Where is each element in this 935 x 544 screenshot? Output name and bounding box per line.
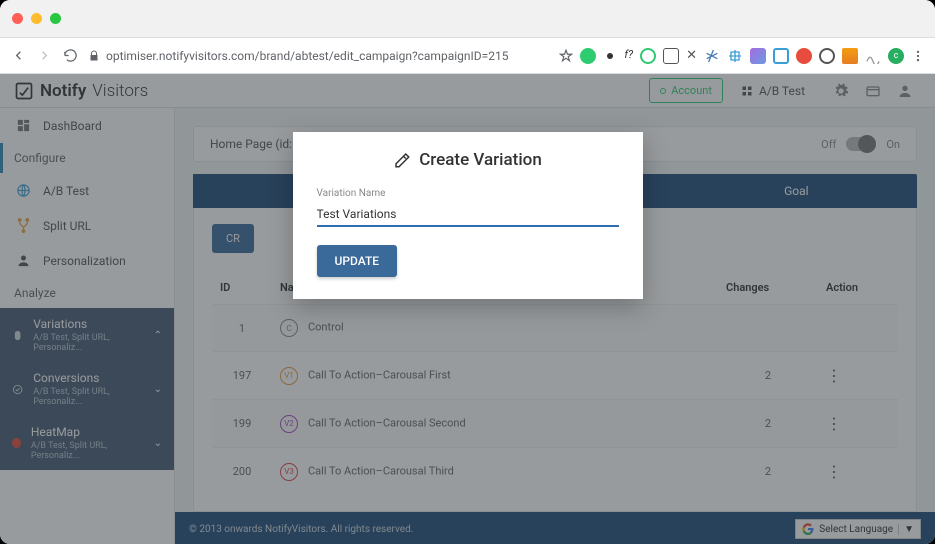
reload-button[interactable] [62,48,78,64]
ext-icon[interactable] [796,48,812,64]
url-text: optimiser.notifyvisitors.com/brand/abtes… [106,49,508,63]
ext-icon[interactable] [750,48,766,64]
maximize-window-button[interactable] [50,13,61,24]
ext-icon[interactable] [663,48,679,64]
create-variation-modal: Create Variation Variation Name UPDATE [293,132,643,299]
menu-icon[interactable] [911,49,925,63]
minimize-window-button[interactable] [31,13,42,24]
ext-icon[interactable]: f? [624,48,633,64]
variation-name-label: Variation Name [317,188,619,199]
browser-toolbar: optimiser.notifyvisitors.com/brand/abtes… [0,38,935,74]
address-bar[interactable]: optimiser.notifyvisitors.com/brand/abtes… [88,49,508,63]
lock-icon [88,50,100,62]
ext-icon[interactable] [727,48,743,64]
forward-button[interactable] [36,48,52,64]
modal-title-text: Create Variation [419,150,542,170]
ext-icon[interactable] [842,48,858,64]
window-titlebar [0,0,935,38]
ext-icon[interactable] [819,48,835,64]
update-button[interactable]: UPDATE [317,245,398,277]
extensions-bar: f? ✕ c [559,48,925,64]
ext-icon[interactable] [640,48,656,64]
ext-icon[interactable] [580,48,596,64]
back-button[interactable] [10,48,26,64]
ext-icon[interactable] [704,48,720,64]
browser-window: optimiser.notifyvisitors.com/brand/abtes… [0,0,935,544]
close-window-button[interactable] [12,13,23,24]
star-icon[interactable] [559,49,573,63]
ext-icon[interactable]: c [888,48,904,64]
ext-icon[interactable] [773,48,789,64]
variation-name-input[interactable] [317,203,619,227]
traffic-lights [12,13,61,24]
ext-icon[interactable]: ✕ [686,48,697,64]
modal-title: Create Variation [317,150,619,170]
ext-icon[interactable] [865,48,881,64]
edit-icon [393,151,411,169]
ext-icon[interactable] [607,53,613,59]
